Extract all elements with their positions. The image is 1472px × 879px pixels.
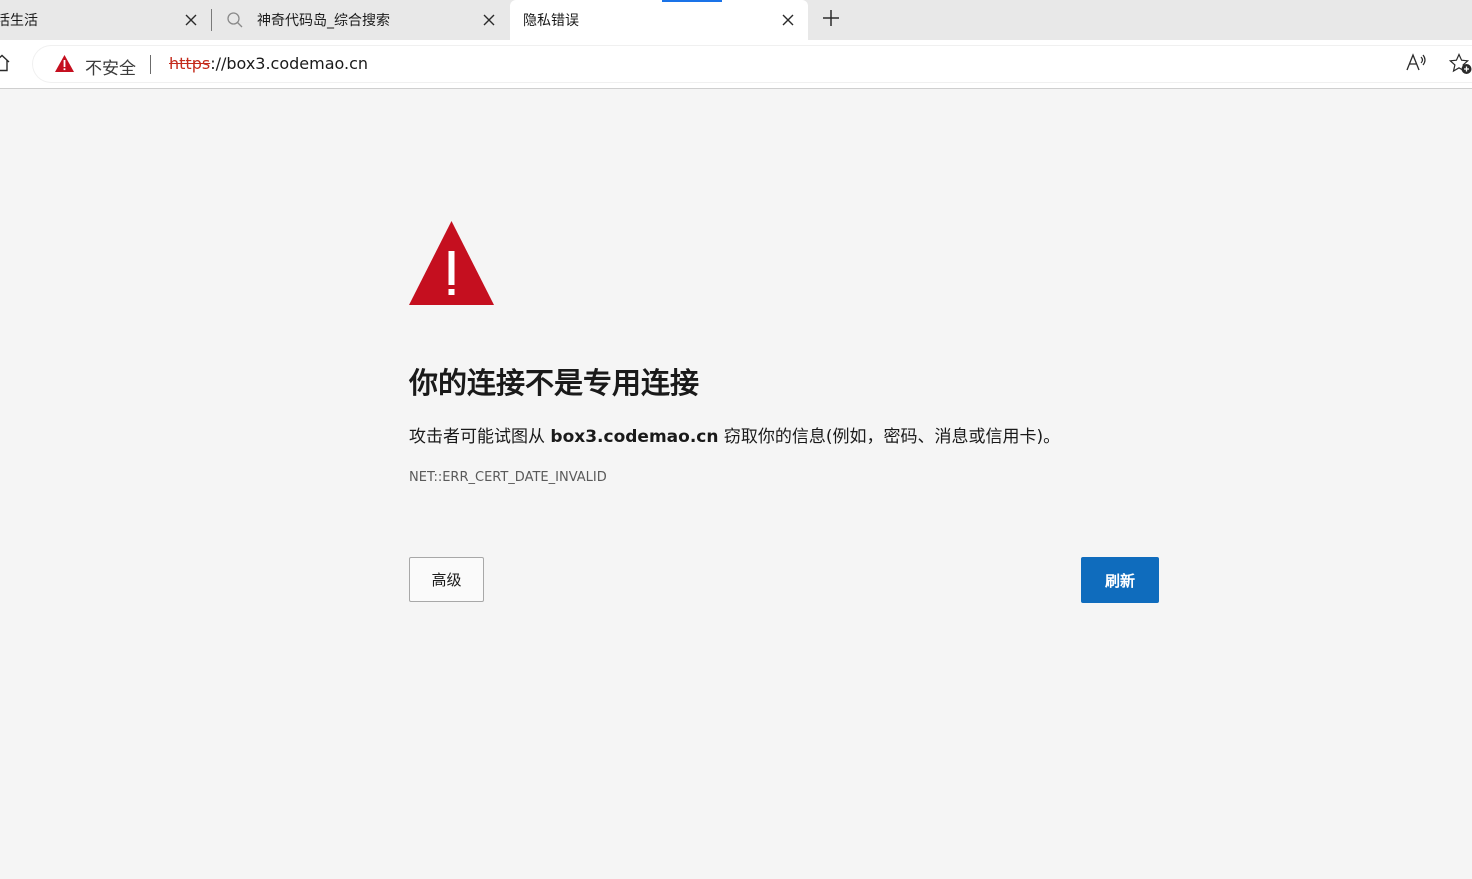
- refresh-button[interactable]: 刷新: [1081, 557, 1159, 603]
- new-tab-button[interactable]: [818, 8, 844, 32]
- search-icon: [226, 11, 244, 33]
- desc-prefix: 攻击者可能试图从: [409, 427, 551, 447]
- active-tab-indicator: [662, 0, 722, 2]
- url-text[interactable]: https://box3.codemao.cn: [169, 54, 368, 73]
- plus-icon: [821, 8, 841, 32]
- toolbar: 不安全 https://box3.codemao.cn: [0, 40, 1472, 89]
- error-description: 攻击者可能试图从 box3.codemao.cn 窃取你的信息(例如，密码、消息…: [409, 422, 1060, 447]
- home-button[interactable]: [0, 54, 10, 72]
- warning-icon[interactable]: [54, 54, 75, 77]
- tab-privacy-error[interactable]: 隐私错误: [510, 0, 808, 40]
- url-scheme: https: [169, 54, 211, 73]
- add-favorite-icon: [1448, 53, 1472, 79]
- desc-host: box3.codemao.cn: [550, 427, 719, 447]
- close-icon[interactable]: [183, 12, 199, 28]
- read-aloud-icon: [1405, 53, 1427, 77]
- desc-suffix: 窃取你的信息(例如，密码、消息或信用卡)。: [718, 427, 1061, 447]
- tab-life[interactable]: 活生活: [0, 0, 210, 40]
- page-title: 你的连接不是专用连接: [409, 366, 700, 400]
- home-icon: [0, 54, 10, 76]
- error-code: NET::ERR_CERT_DATE_INVALID: [409, 470, 607, 485]
- tab-label: 神奇代码岛_综合搜索: [257, 13, 390, 29]
- address-bar[interactable]: 不安全 https://box3.codemao.cn: [33, 46, 1472, 82]
- tab-search[interactable]: 神奇代码岛_综合搜索: [212, 0, 508, 40]
- tab-label: 活生活: [0, 13, 38, 29]
- tab-strip: 活生活 神奇代码岛_综合搜索 隐私错误: [0, 0, 1472, 40]
- url-host: ://box3.codemao.cn: [210, 54, 369, 73]
- close-icon[interactable]: [780, 12, 796, 28]
- warning-triangle-icon: [409, 221, 494, 310]
- read-aloud-button[interactable]: [1405, 53, 1427, 77]
- tab-label: 隐私错误: [523, 13, 579, 29]
- close-icon[interactable]: [481, 12, 497, 28]
- security-label[interactable]: 不安全: [85, 54, 136, 79]
- divider: [150, 55, 151, 74]
- advanced-button[interactable]: 高级: [409, 557, 484, 602]
- add-favorite-button[interactable]: [1448, 53, 1472, 79]
